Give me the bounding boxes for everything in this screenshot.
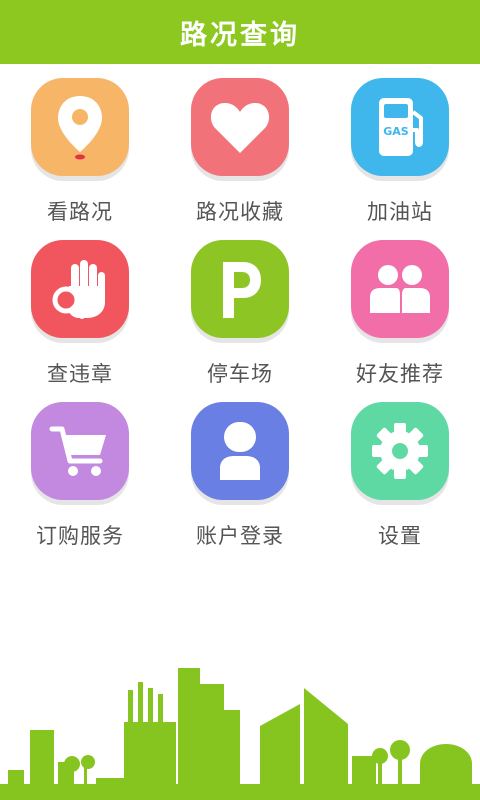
traffic-favorites-tile[interactable]: [191, 78, 289, 176]
account-login-tile[interactable]: [191, 402, 289, 500]
menu-item-violation-query[interactable]: 查违章: [0, 226, 160, 388]
parking-tile[interactable]: [191, 240, 289, 338]
menu-item-view-traffic[interactable]: 看路况: [0, 64, 160, 226]
order-service-tile[interactable]: [31, 402, 129, 500]
svg-text:GAS: GAS: [383, 125, 409, 138]
map-pin-icon: [58, 96, 102, 160]
page-title: 路况查询: [180, 19, 300, 51]
parking-icon: [223, 262, 261, 318]
menu-label: 订购服务: [36, 524, 124, 548]
users-icon: [370, 265, 430, 313]
heart-icon: [210, 103, 270, 153]
gas-pump-icon: GAS: [379, 98, 423, 156]
menu-label: 好友推荐: [356, 362, 444, 386]
menu-item-account-login[interactable]: 账户登录: [160, 388, 320, 550]
violation-query-tile[interactable]: [31, 240, 129, 338]
hand-search-icon: [52, 260, 105, 319]
settings-tile[interactable]: [351, 402, 449, 500]
menu-item-recommend-friends[interactable]: 好友推荐: [320, 226, 480, 388]
menu-grid: 看路况 路况收藏 GAS 加油站 查违章 停车场 好友推荐 订购服务 账户登录 …: [0, 64, 480, 550]
menu-label: 设置: [378, 524, 422, 548]
menu-label: 账户登录: [196, 524, 284, 548]
app-header: 路况查询: [0, 0, 480, 64]
menu-item-gas-station[interactable]: GAS 加油站: [320, 64, 480, 226]
menu-item-parking[interactable]: 停车场: [160, 226, 320, 388]
gas-station-tile[interactable]: GAS: [351, 78, 449, 176]
gear-icon: [372, 423, 428, 479]
view-traffic-tile[interactable]: [31, 78, 129, 176]
menu-label: 路况收藏: [196, 200, 284, 224]
menu-label: 看路况: [47, 200, 113, 224]
recommend-friends-tile[interactable]: [351, 240, 449, 338]
menu-item-traffic-favorites[interactable]: 路况收藏: [160, 64, 320, 226]
menu-label: 查违章: [47, 362, 113, 386]
city-skyline-illustration: [0, 668, 480, 800]
menu-label: 加油站: [367, 200, 433, 224]
cart-icon: [49, 426, 106, 476]
user-icon: [220, 422, 260, 480]
menu-item-order-service[interactable]: 订购服务: [0, 388, 160, 550]
menu-label: 停车场: [207, 362, 273, 386]
menu-item-settings[interactable]: 设置: [320, 388, 480, 550]
